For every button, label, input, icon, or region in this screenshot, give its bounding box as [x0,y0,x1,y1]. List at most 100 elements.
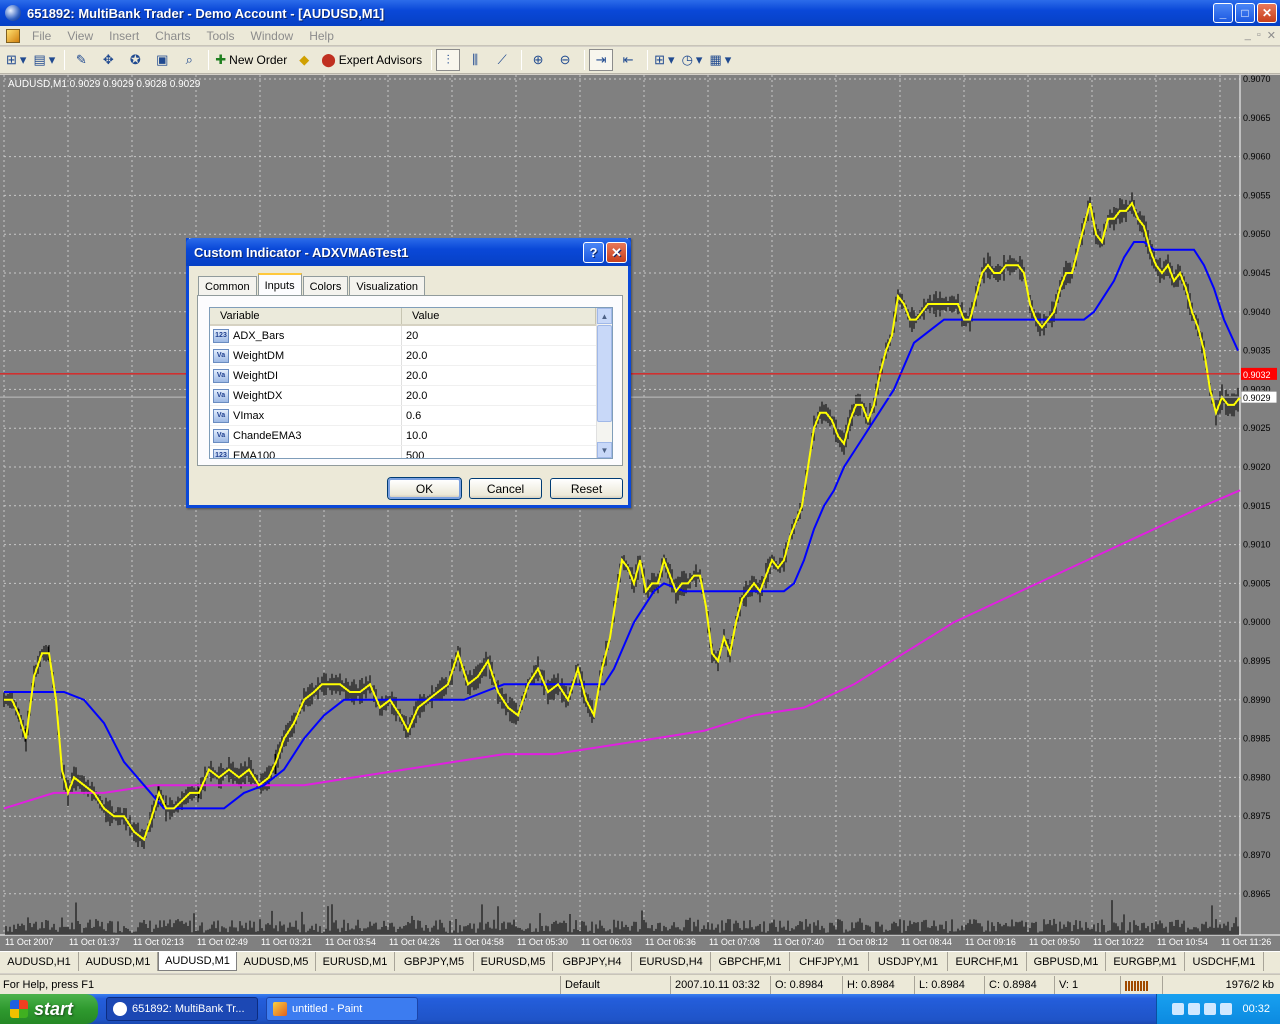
grid-scrollbar[interactable]: ▲ ▼ [596,308,612,458]
profiles-button[interactable]: ▤ ▾ [31,49,57,71]
expert-advisors-label: Expert Advisors [338,53,423,67]
line-chart-button[interactable]: ⟋ [490,49,514,71]
input-row[interactable]: Va ChandeEMA3 10.0 [210,426,612,446]
indicators-button[interactable]: ⊞ ▾ [652,49,676,71]
chart-shift-button[interactable]: ⇤ [616,49,640,71]
strategy-tester-button[interactable]: ⌕ [177,49,201,71]
input-row[interactable]: 123 EMA100 500 [210,446,612,459]
chart-tab[interactable]: AUDUSD,M1 [79,952,158,971]
menu-view[interactable]: View [59,29,101,43]
chart-tab[interactable]: USDJPY,M1 [869,952,948,971]
chart-tab[interactable]: GBPCHF,M1 [711,952,790,971]
tab-common[interactable]: Common [198,276,257,296]
input-row[interactable]: Va WeightDM 20.0 [210,346,612,366]
clock[interactable]: 00:32 [1242,1003,1270,1015]
navigator-button[interactable]: ✪ [123,49,147,71]
chart-document-icon[interactable] [6,28,20,43]
taskbar-item-metatrader[interactable]: 651892: MultiBank Tr... [106,997,258,1021]
update-icon[interactable] [1220,1003,1233,1015]
zoom-out-button[interactable]: ⊖ [553,49,577,71]
value-cell[interactable]: 20.0 [402,346,596,365]
chart-tab[interactable]: AUDUSD,M1 [158,952,237,971]
tab-colors[interactable]: Colors [302,276,349,296]
menu-insert[interactable]: Insert [101,29,147,43]
mdi-close-button[interactable]: ✕ [1267,29,1276,42]
volume-bars [5,900,1239,935]
scroll-down-icon[interactable]: ▼ [597,442,612,458]
chart-tab[interactable]: USDCHF,M1 [1185,952,1264,971]
price-tick-label: 0.9065 [1243,113,1271,123]
variable-cell: 123 EMA100 [210,446,402,459]
column-value[interactable]: Value [402,308,596,324]
chart-tab[interactable]: CHFJPY,M1 [790,952,869,971]
new-order-button[interactable]: ✚ New Order [213,49,289,71]
cancel-button[interactable]: Cancel [469,478,542,499]
chart-tab[interactable]: GBPJPY,M5 [395,952,474,971]
dialog-title-bar[interactable]: Custom Indicator - ADXVMA6Test1 ? ✕ [186,238,631,266]
bar-chart-button[interactable]: ⫶ [436,49,461,71]
market-watch-button[interactable]: ✎ [69,49,93,71]
value-cell[interactable]: 20 [402,326,596,345]
periods-button[interactable]: ◷ ▾ [680,49,705,71]
chart-tab[interactable]: EURGBP,M1 [1106,952,1185,971]
chart-window[interactable]: 0.9070 0.9065 0.9060 0.9055 0.9050 0.9045 0.90… [0,75,1280,951]
variable-name: EMA100 [233,449,276,459]
chart-tab[interactable]: EURUSD,M5 [474,952,553,971]
scroll-up-icon[interactable]: ▲ [597,308,612,324]
zoom-in-button[interactable]: ⊕ [526,49,550,71]
help-button[interactable]: ? [583,242,604,263]
menu-charts[interactable]: Charts [147,29,198,43]
menu-window[interactable]: Window [243,29,302,43]
menu-tools[interactable]: Tools [199,29,243,43]
start-button[interactable]: start [0,994,98,1024]
input-row[interactable]: 123 ADX_Bars 20 [210,326,612,346]
candlestick-button[interactable]: ⫼ [463,49,487,71]
chart-tab[interactable]: EURUSD,H4 [632,952,711,971]
data-window-button[interactable]: ✥ [96,49,120,71]
mdi-restore-button[interactable]: ▫ [1257,29,1261,42]
dialog-close-button[interactable]: ✕ [606,242,627,263]
minimize-button[interactable]: _ [1213,3,1233,23]
value-cell[interactable]: 20.0 [402,386,596,405]
chart-tab[interactable]: GBPUSD,M1 [1027,952,1106,971]
menu-file[interactable]: File [24,29,59,43]
input-row[interactable]: Va VImax 0.6 [210,406,612,426]
volume-icon[interactable] [1188,1003,1201,1015]
reset-button[interactable]: Reset [550,478,623,499]
tab-inputs[interactable]: Inputs [257,273,302,296]
title-bar[interactable]: 651892: MultiBank Trader - Demo Account … [0,0,1280,26]
chart-tab[interactable]: EURCHF,M1 [948,952,1027,971]
security-icon[interactable] [1204,1003,1217,1015]
scroll-thumb[interactable] [597,325,612,422]
meta-editor-button[interactable]: ◆ [292,49,316,71]
network-icon[interactable] [1172,1003,1185,1015]
mdi-minimize-button[interactable]: _ [1245,29,1251,42]
value-cell[interactable]: 0.6 [402,406,596,425]
tab-visualization[interactable]: Visualization [349,276,425,296]
input-row[interactable]: Va WeightDX 20.0 [210,386,612,406]
chart-tab[interactable]: EURUSD,M1 [316,952,395,971]
close-button[interactable]: ✕ [1257,3,1277,23]
chart-tab[interactable]: AUDUSD,M5 [237,952,316,971]
chart-tab[interactable]: GBPJPY,H4 [553,952,632,971]
terminal-button[interactable]: ▣ [150,49,174,71]
new-chart-button[interactable]: ⊞ ▾ [4,49,28,71]
taskbar-item-paint[interactable]: untitled - Paint [266,997,418,1021]
value-cell[interactable]: 10.0 [402,426,596,445]
menu-help[interactable]: Help [301,29,342,43]
input-row[interactable]: Va WeightDI 20.0 [210,366,612,386]
ok-button[interactable]: OK [388,478,461,499]
auto-scroll-button[interactable]: ⇥ [589,49,614,71]
expert-advisors-button[interactable]: ⬤ Expert Advisors [319,49,424,71]
price-chart[interactable]: 0.9070 0.9065 0.9060 0.9055 0.9050 0.9045 0.90… [0,75,1280,951]
chart-tab[interactable]: AUDUSD,H1 [0,952,79,971]
maximize-button[interactable]: □ [1235,3,1255,23]
value-cell[interactable]: 20.0 [402,366,596,385]
variable-cell: 123 ADX_Bars [210,326,402,345]
paint-icon [273,1002,287,1016]
templates-button[interactable]: ▦ ▾ [707,49,733,71]
column-variable[interactable]: Variable [210,308,402,324]
value-cell[interactable]: 500 [402,446,596,459]
toolbar-separator [647,50,649,70]
double-type-icon: Va [213,348,229,363]
